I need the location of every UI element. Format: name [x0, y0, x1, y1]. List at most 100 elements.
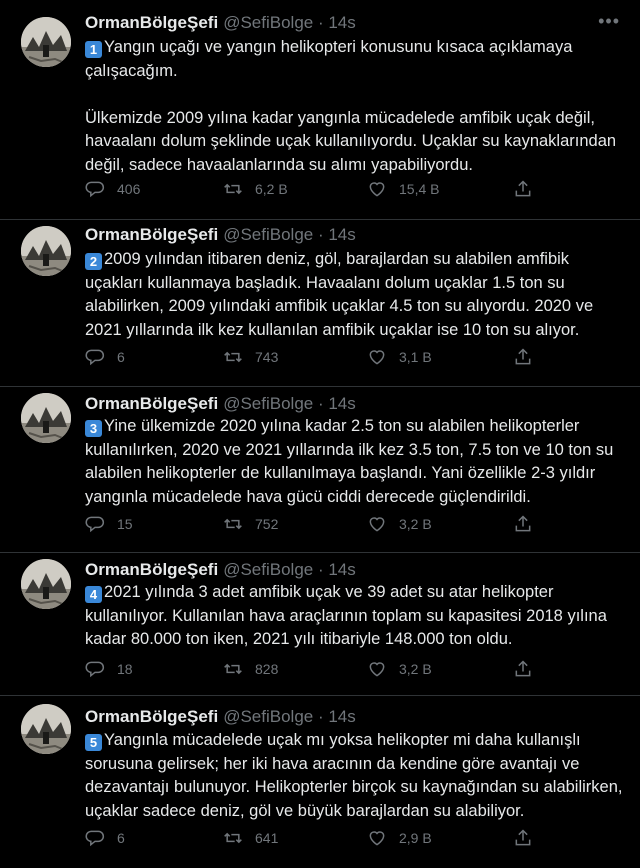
retweet-icon	[224, 832, 242, 844]
tweet-text: 5 Yangınla mücadelede uçak mı yoksa helik…	[85, 729, 625, 823]
tweet[interactable]: OrmanBölgeŞefi @SefiBolge · 14s ••• 1 Yang…	[0, 0, 640, 220]
author-name[interactable]: OrmanBölgeŞefi	[85, 225, 218, 244]
retweet-count: 743	[255, 349, 279, 365]
share-button[interactable]	[513, 826, 545, 850]
separator-dot: ·	[313, 13, 329, 32]
separator-dot: ·	[313, 707, 329, 726]
share-button[interactable]	[513, 177, 545, 201]
reply-icon	[85, 661, 105, 678]
retweet-button[interactable]: 743	[223, 345, 278, 369]
reply-button[interactable]: 6	[85, 826, 125, 850]
retweet-count: 641	[255, 830, 279, 846]
reply-count: 6	[117, 830, 125, 846]
author-handle[interactable]: @SefiBolge	[223, 560, 313, 579]
reply-button[interactable]: 406	[85, 177, 140, 201]
reply-icon	[85, 349, 105, 366]
share-button[interactable]	[513, 345, 545, 369]
author-name[interactable]: OrmanBölgeŞefi	[85, 13, 218, 32]
share-icon	[515, 180, 531, 197]
number-badge: 2	[85, 253, 102, 270]
like-count: 2,9 B	[399, 830, 432, 846]
tweet-text-content: Yangınla mücadelede uçak mı yoksa heliko…	[85, 731, 628, 820]
tweet-text: 3 Yine ülkemizde 2020 yılına kadar 2.5 to…	[85, 415, 625, 509]
action-bar: 18 828 3,2 B	[85, 657, 545, 681]
tweet-header: OrmanBölgeŞefi @SefiBolge · 14s	[85, 706, 356, 728]
share-icon	[515, 515, 531, 532]
tweet[interactable]: OrmanBölgeŞefi @SefiBolge · 14s 5 Yangınla…	[0, 696, 640, 868]
tweet-text-content: Yangın uçağı ve yangın helikopteri konus…	[85, 38, 617, 174]
reply-button[interactable]: 18	[85, 657, 133, 681]
like-button[interactable]: 15,4 B	[367, 177, 439, 201]
like-button[interactable]: 3,2 B	[367, 657, 432, 681]
separator-dot: ·	[313, 394, 329, 413]
timestamp[interactable]: 14s	[328, 560, 355, 579]
retweet-icon	[224, 183, 242, 195]
reply-button[interactable]: 6	[85, 345, 125, 369]
share-icon	[515, 660, 531, 677]
reply-icon	[85, 830, 105, 847]
retweet-count: 752	[255, 516, 279, 532]
reply-icon	[85, 181, 105, 198]
action-bar: 6 641 2,9 B	[85, 826, 545, 850]
tweet-header: OrmanBölgeŞefi @SefiBolge · 14s	[85, 393, 356, 415]
share-button[interactable]	[513, 512, 545, 536]
tweet-header: OrmanBölgeŞefi @SefiBolge · 14s	[85, 559, 356, 581]
tweet-header: OrmanBölgeŞefi @SefiBolge · 14s	[85, 12, 356, 34]
tweet-text: 1 Yangın uçağı ve yangın helikopteri konu…	[85, 36, 625, 177]
retweet-icon	[224, 351, 242, 363]
heart-icon	[369, 831, 385, 846]
like-button[interactable]: 3,1 B	[367, 345, 432, 369]
retweet-button[interactable]: 828	[223, 657, 278, 681]
author-handle[interactable]: @SefiBolge	[223, 707, 313, 726]
share-icon	[515, 829, 531, 846]
timestamp[interactable]: 14s	[328, 13, 355, 32]
number-badge: 3	[85, 420, 102, 437]
reply-count: 18	[117, 661, 133, 677]
number-badge: 1	[85, 41, 102, 58]
author-name[interactable]: OrmanBölgeŞefi	[85, 560, 218, 579]
share-button[interactable]	[513, 657, 545, 681]
tweet-text-content: 2009 yılından itibaren deniz, göl, baraj…	[85, 250, 598, 339]
more-icon[interactable]: •••	[598, 12, 620, 30]
retweet-count: 6,2 B	[255, 181, 288, 197]
retweet-count: 828	[255, 661, 279, 677]
reply-button[interactable]: 15	[85, 512, 133, 536]
number-badge: 4	[85, 586, 102, 603]
retweet-icon	[224, 663, 242, 675]
heart-icon	[369, 517, 385, 532]
retweet-button[interactable]: 752	[223, 512, 278, 536]
author-name[interactable]: OrmanBölgeŞefi	[85, 394, 218, 413]
avatar[interactable]	[21, 226, 71, 276]
reply-count: 6	[117, 349, 125, 365]
avatar[interactable]	[21, 393, 71, 443]
author-name[interactable]: OrmanBölgeŞefi	[85, 707, 218, 726]
timestamp[interactable]: 14s	[328, 707, 355, 726]
like-count: 15,4 B	[399, 181, 440, 197]
tweet[interactable]: OrmanBölgeŞefi @SefiBolge · 14s 2 2009 yıl…	[0, 220, 640, 387]
like-count: 3,2 B	[399, 661, 432, 677]
author-handle[interactable]: @SefiBolge	[223, 225, 313, 244]
heart-icon	[369, 182, 385, 197]
number-badge: 5	[85, 734, 102, 751]
like-count: 3,2 B	[399, 516, 432, 532]
like-button[interactable]: 3,2 B	[367, 512, 432, 536]
timestamp[interactable]: 14s	[328, 394, 355, 413]
author-handle[interactable]: @SefiBolge	[223, 394, 313, 413]
avatar[interactable]	[21, 17, 71, 67]
like-button[interactable]: 2,9 B	[367, 826, 432, 850]
retweet-button[interactable]: 6,2 B	[223, 177, 288, 201]
separator-dot: ·	[313, 225, 329, 244]
timestamp[interactable]: 14s	[328, 225, 355, 244]
retweet-button[interactable]: 641	[223, 826, 278, 850]
separator-dot: ·	[313, 560, 329, 579]
action-bar: 406 6,2 B 15,4 B	[85, 177, 545, 201]
tweet[interactable]: OrmanBölgeŞefi @SefiBolge · 14s 3 Yine ülk…	[0, 387, 640, 553]
tweet[interactable]: OrmanBölgeŞefi @SefiBolge · 14s 4 2021 yıl…	[0, 553, 640, 696]
action-bar: 6 743 3,1 B	[85, 345, 545, 369]
author-handle[interactable]: @SefiBolge	[223, 13, 313, 32]
avatar[interactable]	[21, 704, 71, 754]
tweet-text: 4 2021 yılında 3 adet amfibik uçak ve 39 …	[85, 581, 625, 652]
tweet-text-content: 2021 yılında 3 adet amfibik uçak ve 39 a…	[85, 583, 612, 648]
avatar[interactable]	[21, 559, 71, 609]
retweet-icon	[224, 518, 242, 530]
